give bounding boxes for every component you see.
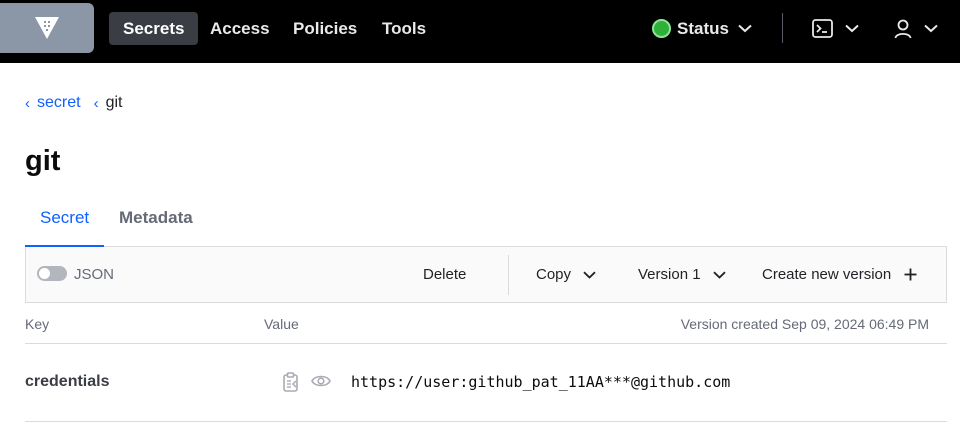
table-row: credentials https://user:github_pat_11AA…: [25, 345, 947, 422]
json-toggle-label: JSON: [74, 266, 115, 283]
clipboard-icon: [283, 372, 298, 392]
column-header-key: Key: [25, 316, 50, 332]
toggle-knob: [39, 268, 50, 279]
nav-policies[interactable]: Policies: [279, 12, 371, 45]
version-created-text: Version created Sep 09, 2024 06:49 PM: [680, 316, 929, 332]
json-toggle[interactable]: [37, 266, 67, 281]
top-navigation-bar: Secrets Access Policies Tools Status: [0, 0, 960, 63]
breadcrumb-current: git: [105, 94, 123, 111]
version-button-label: Version 1: [638, 266, 701, 283]
plus-icon: [904, 268, 917, 281]
nav-divider: [782, 13, 783, 43]
secret-value: https://user:github_pat_11AA***@github.c…: [351, 373, 731, 391]
breadcrumb: ‹ secret ‹ git: [25, 94, 122, 112]
reveal-value-button[interactable]: [311, 374, 331, 393]
user-menu-button[interactable]: [894, 12, 938, 45]
secret-key: credentials: [25, 373, 110, 390]
table-header: Key Value Version created Sep 09, 2024 0…: [25, 304, 947, 344]
user-icon: [894, 19, 912, 38]
tab-bar: Secret Metadata: [25, 198, 947, 247]
nav-tools[interactable]: Tools: [368, 12, 440, 45]
chevron-down-icon: [738, 24, 752, 33]
create-new-version-label: Create new version: [762, 266, 892, 283]
secret-toolbar: JSON Delete Copy Version 1 Create new ve…: [25, 247, 947, 303]
chevron-down-icon: [583, 271, 596, 279]
tab-secret[interactable]: Secret: [25, 198, 105, 247]
tab-metadata[interactable]: Metadata: [119, 198, 193, 247]
breadcrumb-item-secret: ‹ secret: [25, 94, 94, 112]
copy-clipboard-button[interactable]: [282, 372, 300, 397]
terminal-icon: [812, 19, 833, 38]
chevron-down-icon: [712, 271, 726, 279]
vault-logo-button[interactable]: [0, 3, 94, 53]
create-new-version-button[interactable]: Create new version: [762, 247, 917, 302]
breadcrumb-item-current: ‹ git: [94, 94, 123, 112]
copy-dropdown-button[interactable]: Copy: [536, 247, 596, 302]
toolbar-divider: [508, 255, 509, 295]
nav-access[interactable]: Access: [196, 12, 284, 45]
chevron-left-icon: ‹: [25, 94, 30, 112]
status-menu-button[interactable]: Status: [652, 12, 752, 45]
breadcrumb-link-secret[interactable]: secret: [37, 94, 81, 112]
nav-secrets[interactable]: Secrets: [109, 12, 199, 45]
column-header-value: Value: [264, 316, 299, 332]
copy-button-label: Copy: [536, 266, 572, 283]
page-title: git: [25, 145, 61, 177]
status-label: Status: [677, 18, 729, 38]
status-indicator-icon: [652, 19, 671, 38]
eye-icon: [311, 375, 331, 387]
console-menu-button[interactable]: [812, 12, 859, 45]
delete-button[interactable]: Delete: [423, 247, 466, 302]
chevron-left-icon: ‹: [93, 94, 99, 112]
vault-logo-icon: [35, 17, 59, 39]
chevron-down-icon: [924, 24, 938, 33]
version-dropdown-button[interactable]: Version 1: [638, 247, 726, 302]
chevron-down-icon: [845, 24, 859, 33]
